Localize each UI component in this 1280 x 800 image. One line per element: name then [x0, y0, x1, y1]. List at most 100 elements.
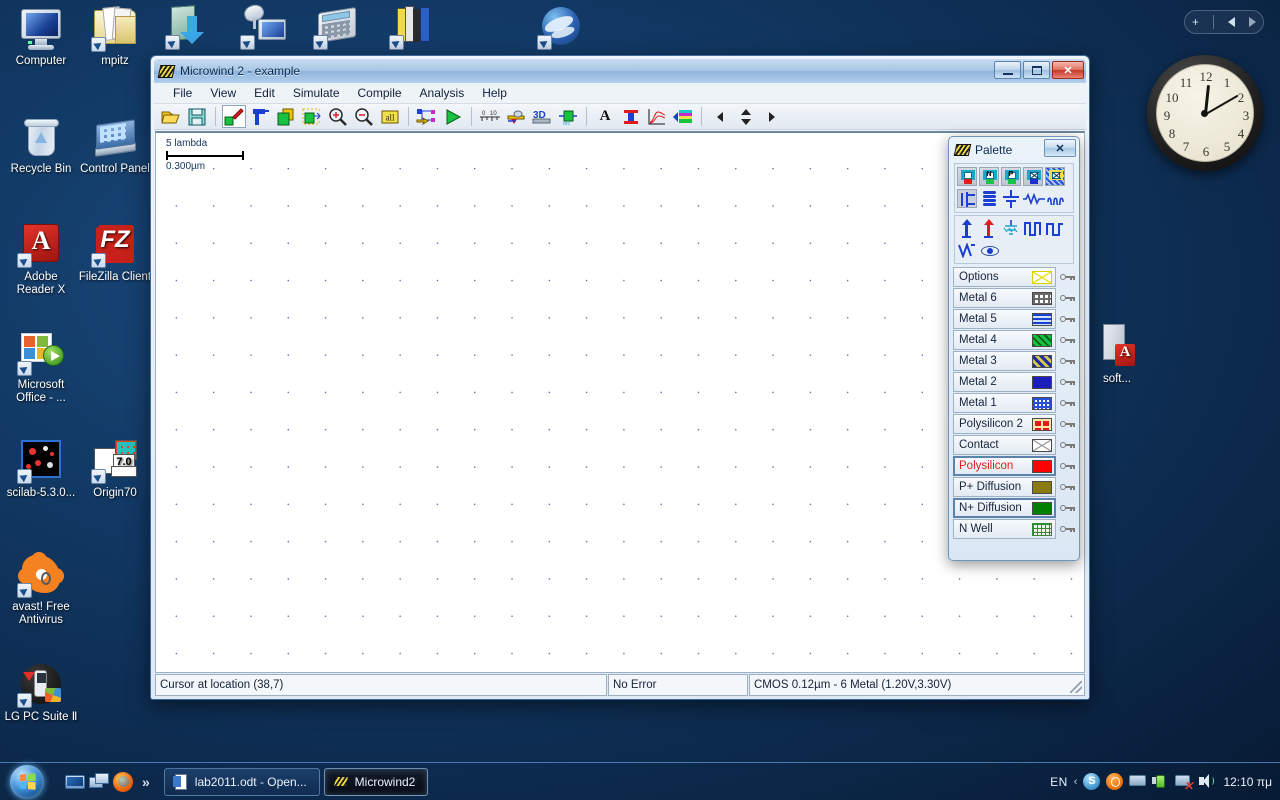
clock-gadget[interactable]: 12 1 2 3 4 5 6 7 8 9 10 11	[1147, 55, 1263, 171]
tray-expand-icon[interactable]: ‹	[1074, 776, 1078, 788]
zoom-out-icon[interactable]	[352, 105, 376, 128]
layer-button-options[interactable]: Options	[953, 267, 1056, 287]
taskbar-item-writer[interactable]: lab2011.odt - Open...	[163, 767, 320, 796]
palette-close-button[interactable]: ✕	[1044, 139, 1076, 157]
desktop-icon-scilab[interactable]: scilab-5.3.0...	[4, 436, 78, 500]
resistor-icon[interactable]	[1023, 189, 1045, 208]
desktop-icon-computer[interactable]: Computer	[4, 4, 78, 68]
gadget-toolbar[interactable]: +	[1184, 10, 1264, 34]
desktop-icon-calculator[interactable]	[300, 2, 374, 53]
menu-item-simulate[interactable]: Simulate	[284, 84, 349, 102]
desktop-icon-origin70[interactable]: 7.0 Origin70	[78, 436, 152, 500]
menu-item-edit[interactable]: Edit	[245, 84, 284, 102]
coil-icon[interactable]	[1047, 189, 1069, 208]
layer-lock-icon[interactable]	[1059, 394, 1075, 412]
layer-stack-icon[interactable]	[671, 105, 695, 128]
layer-lock-icon[interactable]	[1059, 268, 1075, 286]
layer-button-metal2[interactable]: Metal 2	[953, 372, 1056, 392]
firefox-icon[interactable]	[113, 771, 133, 792]
desktop-icon-avast[interactable]: avast! Free Antivirus	[4, 550, 78, 627]
layer-button-p-diffusion[interactable]: P+ Diffusion	[953, 477, 1056, 497]
copy-icon[interactable]	[274, 105, 298, 128]
delete-icon[interactable]	[248, 105, 272, 128]
network-tray-icon[interactable]: ✕	[1175, 773, 1193, 792]
measure-icon[interactable]: 0 10	[478, 105, 502, 128]
desktop-icon-recycle-bin[interactable]: Recycle Bin	[4, 112, 78, 176]
maximize-button[interactable]	[1023, 61, 1050, 79]
process-icon[interactable]: drc	[556, 105, 580, 128]
avast-tray-icon[interactable]	[1106, 773, 1124, 790]
layer-lock-icon[interactable]	[1059, 415, 1075, 433]
layer-button-contact[interactable]: Contact	[953, 435, 1056, 455]
menu-item-view[interactable]: View	[201, 84, 245, 102]
nmos-device-icon[interactable]: N	[979, 167, 999, 187]
layer-lock-icon[interactable]	[1059, 331, 1075, 349]
inductor-icon[interactable]	[979, 189, 999, 208]
zoom-in-icon[interactable]	[326, 105, 350, 128]
clock-signal-icon[interactable]	[1023, 219, 1043, 238]
quick-launch-more-icon[interactable]: »	[142, 774, 150, 790]
menu-item-analysis[interactable]: Analysis	[411, 84, 474, 102]
menu-item-compile[interactable]: Compile	[349, 84, 411, 102]
desktop-icon-downloads[interactable]	[152, 2, 226, 53]
waveform-icon[interactable]	[645, 105, 669, 128]
palette-titlebar[interactable]: Palette ✕	[951, 139, 1077, 161]
desktop-icon-books[interactable]	[376, 2, 450, 53]
power-tray-icon[interactable]	[1152, 773, 1169, 790]
sine-signal-icon[interactable]	[957, 241, 977, 260]
desktop-icon-google-earth[interactable]	[524, 2, 598, 53]
volume-tray-icon[interactable]	[1198, 773, 1215, 790]
view-3d-icon[interactable]: 3D	[530, 105, 554, 128]
layout-canvas[interactable]: 5 lambda 0.300µm	[155, 131, 1085, 673]
text-icon[interactable]: A	[593, 105, 617, 128]
save-icon[interactable]	[185, 105, 209, 128]
desktop-icon-lg-pc-suite[interactable]: LG PC Suite Ⅱ	[4, 660, 78, 724]
window-titlebar[interactable]: Microwind 2 - example ✕	[154, 59, 1086, 83]
nav-left-icon[interactable]	[708, 105, 732, 128]
desktop-icon-network-monitor[interactable]	[227, 2, 301, 53]
run-simulation-icon[interactable]	[441, 105, 465, 128]
ground-icon[interactable]	[1001, 219, 1021, 239]
visible-signal-icon[interactable]	[979, 241, 1001, 260]
desktop-icon-control-panel[interactable]: Control Panel	[78, 112, 152, 176]
layer-lock-icon[interactable]	[1059, 499, 1075, 517]
taskbar-item-microwind[interactable]: Microwind2	[323, 767, 429, 796]
open-icon[interactable]	[159, 105, 183, 128]
layer-lock-icon[interactable]	[1059, 373, 1075, 391]
nav-right-icon[interactable]	[760, 105, 784, 128]
layer-button-metal4[interactable]: Metal 4	[953, 330, 1056, 350]
language-indicator[interactable]: EN	[1050, 775, 1068, 789]
show-desktop-icon[interactable]	[65, 772, 85, 792]
layer-button-metal6[interactable]: Metal 6	[953, 288, 1056, 308]
close-button[interactable]: ✕	[1052, 61, 1084, 79]
layer-button-metal5[interactable]: Metal 5	[953, 309, 1056, 329]
view-all-icon[interactable]: all	[378, 105, 402, 128]
pmos-device-icon[interactable]: P	[1001, 167, 1021, 187]
resize-grip[interactable]	[1070, 681, 1082, 693]
pad-device-icon[interactable]	[1045, 167, 1065, 187]
display-tray-icon[interactable]	[1129, 773, 1147, 790]
taskbar-clock[interactable]: 12:10 πμ	[1221, 775, 1272, 789]
desktop-icon-ms-office[interactable]: Microsoft Office - ...	[4, 328, 78, 405]
layer-button-polysilicon[interactable]: Polysilicon	[953, 456, 1056, 476]
desktop-icon-software[interactable]: soft...	[1080, 322, 1154, 386]
mos-device-icon[interactable]	[957, 167, 977, 187]
layer-lock-icon[interactable]	[1059, 436, 1075, 454]
menu-item-help[interactable]: Help	[473, 84, 516, 102]
vdd-icon[interactable]	[957, 219, 977, 238]
switch-windows-icon[interactable]	[89, 772, 109, 792]
layer-lock-icon[interactable]	[1059, 478, 1075, 496]
nav-updown-icon[interactable]	[734, 105, 758, 128]
layer-lock-icon[interactable]	[1059, 289, 1075, 307]
layer-lock-icon[interactable]	[1059, 310, 1075, 328]
layer-button-n-diffusion[interactable]: N+ Diffusion	[953, 498, 1056, 518]
contact-device-icon[interactable]	[1023, 167, 1043, 187]
layer-lock-icon[interactable]	[1059, 352, 1075, 370]
pulse-signal-icon[interactable]	[1045, 219, 1065, 238]
gadget-add-button[interactable]: +	[1192, 15, 1199, 29]
menu-item-file[interactable]: File	[164, 84, 201, 102]
layer-button-n-well[interactable]: N Well	[953, 519, 1056, 539]
draw-layout-icon[interactable]	[222, 105, 246, 128]
minimize-button[interactable]	[994, 61, 1021, 79]
vss-icon[interactable]	[979, 219, 999, 238]
